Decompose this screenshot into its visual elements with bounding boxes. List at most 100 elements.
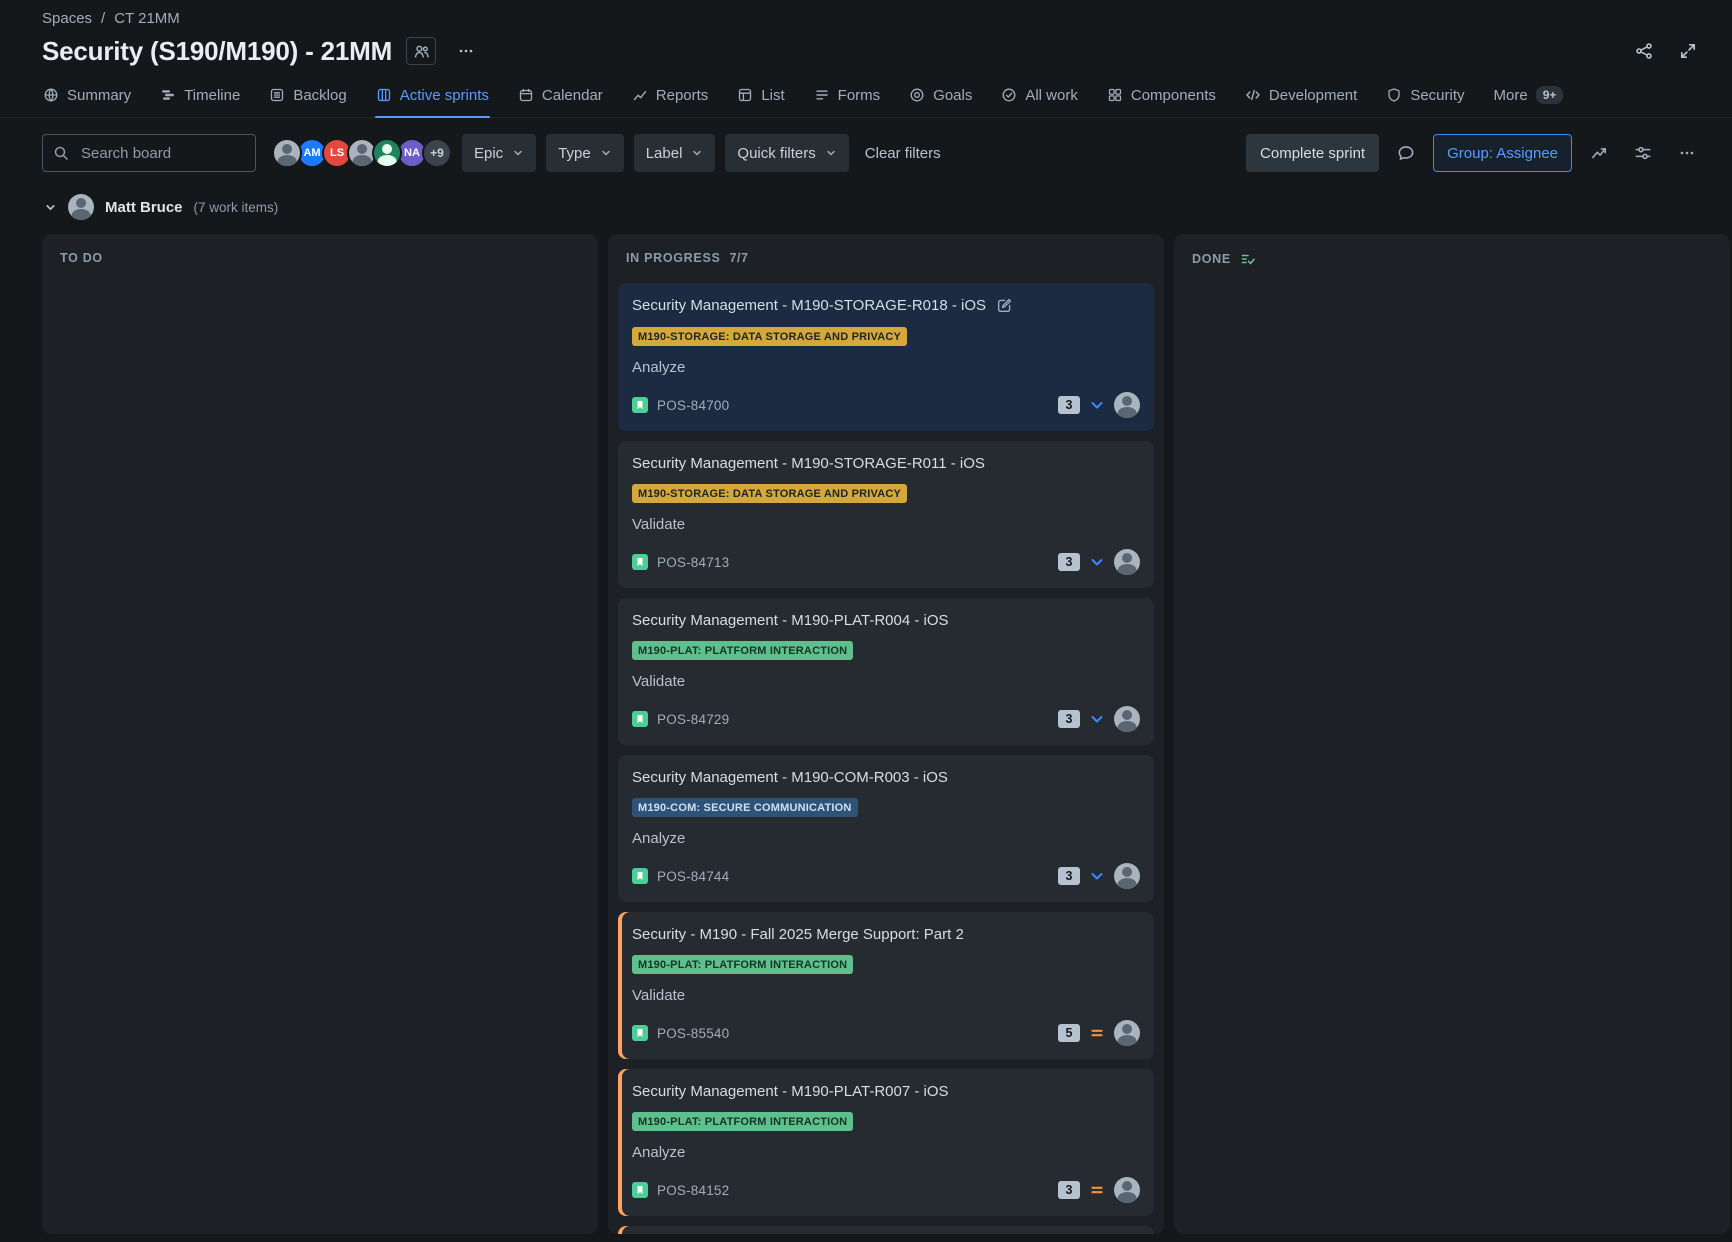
breadcrumb-separator: / [101, 10, 105, 27]
card-title: Security - M190 - Fall 2025 Merge Suppor… [632, 925, 964, 945]
card-title: Security Management - M190-STORAGE-R018 … [632, 296, 986, 316]
type-filter-dropdown[interactable]: Type [546, 134, 624, 172]
card-partial[interactable] [618, 1226, 1154, 1234]
clear-filters-button[interactable]: Clear filters [859, 145, 947, 162]
story-points-badge[interactable]: 3 [1058, 1181, 1080, 1199]
tab-summary[interactable]: Summary [42, 76, 132, 117]
filter-label: Epic [474, 145, 503, 162]
story-points-badge[interactable]: 3 [1058, 553, 1080, 571]
priority-low-icon [1089, 554, 1105, 570]
circle-check-icon [1001, 87, 1017, 103]
assignee-avatar[interactable] [1114, 1177, 1140, 1203]
column-count: 7/7 [730, 251, 749, 265]
card-key: POS-84700 [657, 398, 729, 413]
chevron-down-icon [512, 147, 524, 159]
card-key: POS-84729 [657, 712, 729, 727]
story-icon [632, 554, 648, 570]
sliders-icon [1634, 144, 1652, 162]
toolbar-more-button[interactable] [1670, 136, 1704, 170]
breadcrumb-spaces-link[interactable]: Spaces [42, 10, 92, 27]
story-points-badge[interactable]: 3 [1058, 396, 1080, 414]
more-count-badge: 9+ [1536, 86, 1564, 104]
insights-button[interactable] [1582, 136, 1616, 170]
speech-bubble-icon [1397, 144, 1415, 162]
tab-backlog[interactable]: Backlog [268, 76, 347, 117]
group-work-item-count: (7 work items) [194, 200, 279, 215]
tab-goals[interactable]: Goals [908, 76, 973, 117]
tab-development[interactable]: Development [1244, 76, 1358, 117]
tab-label: All work [1025, 87, 1078, 104]
tab-security[interactable]: Security [1385, 76, 1465, 117]
quick-filters-dropdown[interactable]: Quick filters [725, 134, 848, 172]
fullscreen-button[interactable] [1672, 35, 1704, 67]
tab-list[interactable]: List [736, 76, 785, 117]
card-pos-84744[interactable]: Security Management - M190-COM-R003 - iO… [618, 755, 1154, 902]
priority-medium-icon [1089, 1025, 1105, 1041]
epic-filter-dropdown[interactable]: Epic [462, 134, 536, 172]
card-pos-84152[interactable]: Security Management - M190-PLAT-R007 - i… [618, 1069, 1154, 1216]
breadcrumb-project-link[interactable]: CT 21MM [114, 10, 180, 27]
card-status: Validate [632, 986, 1140, 1006]
avatar-overflow-count[interactable]: +9 [422, 138, 452, 168]
assignee-avatar[interactable] [1114, 1020, 1140, 1046]
tab-reports[interactable]: Reports [631, 76, 710, 117]
tab-components[interactable]: Components [1106, 76, 1217, 117]
board-icon [376, 87, 392, 103]
tab-more[interactable]: More 9+ [1493, 75, 1565, 117]
card-title: Security Management - M190-COM-R003 - iO… [632, 768, 948, 788]
breadcrumb: Spaces / CT 21MM [42, 10, 1704, 27]
column-title: IN PROGRESS [626, 251, 721, 265]
card-status: Validate [632, 672, 1140, 692]
title-more-button[interactable] [450, 35, 482, 67]
people-icon [413, 43, 430, 60]
card-key: POS-84713 [657, 555, 729, 570]
tab-timeline[interactable]: Timeline [159, 76, 241, 117]
story-icon [632, 1182, 648, 1198]
assignee-avatar[interactable] [1114, 706, 1140, 732]
feedback-button[interactable] [1389, 136, 1423, 170]
tab-active-sprints[interactable]: Active sprints [375, 76, 490, 117]
avatar-person-icon[interactable] [372, 138, 402, 168]
tab-label: Components [1131, 87, 1216, 104]
tab-calendar[interactable]: Calendar [517, 76, 604, 117]
card-status: Validate [632, 515, 1140, 535]
story-points-badge[interactable]: 5 [1058, 1024, 1080, 1042]
share-button[interactable] [1628, 35, 1660, 67]
search-input[interactable] [42, 134, 256, 172]
lines-icon [814, 87, 830, 103]
team-button[interactable] [406, 37, 436, 65]
story-points-badge[interactable]: 3 [1058, 867, 1080, 885]
card-pos-85540[interactable]: Security - M190 - Fall 2025 Merge Suppor… [618, 912, 1154, 1059]
priority-low-icon [1089, 711, 1105, 727]
tab-all-work[interactable]: All work [1000, 76, 1079, 117]
card-title: Security Management - M190-PLAT-R004 - i… [632, 611, 949, 631]
assignee-avatar[interactable] [1114, 863, 1140, 889]
edit-summary-button[interactable] [996, 297, 1013, 317]
group-by-assignee-button[interactable]: Group: Assignee [1433, 134, 1572, 172]
story-points-badge[interactable]: 3 [1058, 710, 1080, 728]
chevron-down-icon [825, 147, 837, 159]
collapse-chevron-icon[interactable] [44, 201, 57, 214]
chart-icon [632, 87, 648, 103]
label-filter-dropdown[interactable]: Label [634, 134, 716, 172]
checklist-icon [1240, 251, 1256, 267]
priority-low-icon [1089, 868, 1105, 884]
avatar-photo-1[interactable] [272, 138, 302, 168]
priority-low-icon [1089, 397, 1105, 413]
label-badge: M190-PLAT: PLATFORM INTERACTION [632, 955, 853, 974]
assignee-avatar[interactable] [1114, 392, 1140, 418]
assignee-avatar[interactable] [1114, 549, 1140, 575]
view-settings-button[interactable] [1626, 136, 1660, 170]
tab-forms[interactable]: Forms [813, 76, 882, 117]
group-avatar [68, 194, 94, 220]
card-pos-84700[interactable]: Security Management - M190-STORAGE-R018 … [618, 283, 1154, 431]
card-pos-84713[interactable]: Security Management - M190-STORAGE-R011 … [618, 441, 1154, 588]
tab-label: Active sprints [400, 87, 489, 104]
card-pos-84729[interactable]: Security Management - M190-PLAT-R004 - i… [618, 598, 1154, 745]
label-badge: M190-PLAT: PLATFORM INTERACTION [632, 1112, 853, 1131]
card-key: POS-85540 [657, 1026, 729, 1041]
tab-label: Security [1410, 87, 1464, 104]
complete-sprint-button[interactable]: Complete sprint [1246, 134, 1379, 172]
chevron-down-icon [600, 147, 612, 159]
tab-label: More [1494, 87, 1528, 104]
